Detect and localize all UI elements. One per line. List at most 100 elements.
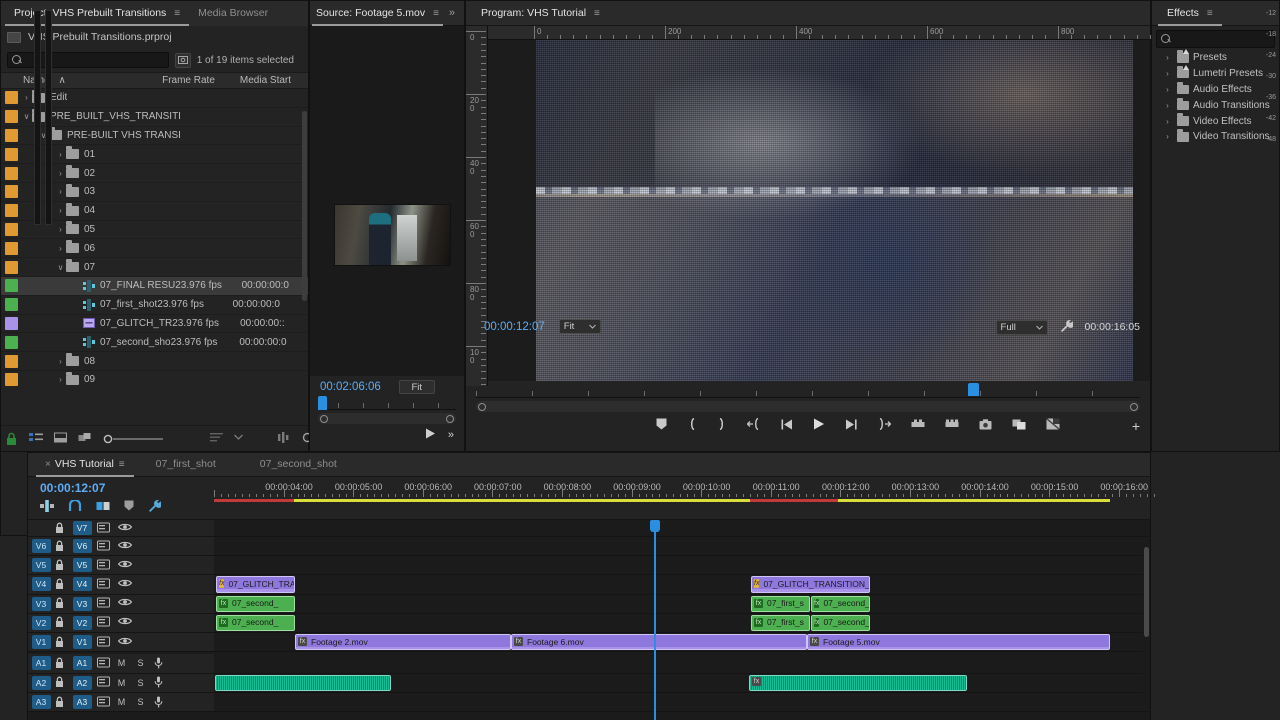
play-icon[interactable] — [813, 418, 825, 433]
disclosure-triangle-icon[interactable]: › — [55, 187, 66, 196]
column-header-name[interactable]: Name ∧ — [1, 75, 162, 86]
lock-icon[interactable] — [54, 616, 67, 629]
project-item-row[interactable]: › 09 — [1, 371, 308, 389]
audio-track-header-a1[interactable]: A1 A1 M S — [28, 654, 214, 674]
video-track-lane-v6[interactable] — [214, 537, 1150, 557]
zoom-slider[interactable] — [103, 434, 165, 444]
video-track-header-v4[interactable]: V4 V4 — [28, 575, 214, 595]
effects-tree-item[interactable]: › Audio Effects — [1152, 81, 1279, 98]
solo-button-a1[interactable]: S — [135, 658, 146, 668]
timeline-clip[interactable]: fx Footage 5.mov — [807, 634, 1110, 651]
video-track-lane-v4[interactable]: fx 07_GLITCH_TRAN fx 07_GLITCH_TRANSITION_s… — [214, 575, 1150, 595]
program-timecode[interactable]: 00:00:12:07 — [484, 321, 545, 333]
step-forward-icon[interactable] — [845, 419, 857, 433]
export-frame-icon[interactable] — [979, 418, 992, 433]
audio-track-lane-a1[interactable] — [214, 654, 1150, 674]
project-item-row[interactable]: › 06 — [1, 239, 308, 259]
track-name-v7[interactable]: V7 — [72, 521, 92, 535]
audio-track-lane-a3[interactable] — [214, 693, 1150, 713]
microphone-icon[interactable] — [154, 676, 167, 689]
source-monitor-stage[interactable] — [310, 26, 464, 378]
tab-program-monitor[interactable]: Program: VHS Tutorial ≡ — [472, 1, 609, 26]
track-target-v2[interactable]: V2 — [31, 615, 51, 630]
item-color-swatch[interactable] — [5, 110, 18, 124]
program-scrollbar[interactable] — [476, 401, 1140, 412]
insert-overwrite-icon[interactable] — [40, 499, 54, 515]
sync-lock-icon[interactable] — [97, 676, 110, 689]
freeform-view-icon[interactable] — [78, 432, 92, 446]
item-color-swatch[interactable] — [5, 166, 18, 180]
disclosure-triangle-icon[interactable]: › — [55, 206, 66, 215]
lock-icon[interactable] — [54, 636, 67, 649]
settings-wrench-icon[interactable] — [148, 499, 163, 515]
audio-track-header-a3[interactable]: A3 A3 M S — [28, 693, 214, 713]
snap-icon[interactable] — [68, 498, 82, 515]
timeline-tracks[interactable]: V7 V6 V6 V5 V5 V4 V4 fx 07_GLITCH_TRAN fx 07_GLITC… — [28, 520, 1150, 720]
video-track-header-v1[interactable]: V1 V1 — [28, 633, 214, 653]
project-item-row[interactable]: ∨ 07 — [1, 258, 308, 277]
disclosure-triangle-icon[interactable]: › — [21, 93, 32, 102]
project-item-row[interactable]: › 08 — [1, 352, 308, 371]
timeline-clip[interactable]: fx 07_first_s — [751, 614, 810, 631]
disclosure-triangle-icon[interactable]: › — [55, 150, 66, 159]
effects-tree-item[interactable]: › Video Effects — [1152, 113, 1279, 129]
item-color-swatch[interactable] — [5, 204, 18, 218]
disclosure-triangle-icon[interactable]: › — [1162, 85, 1173, 94]
source-play-icon[interactable] — [425, 428, 436, 442]
timeline-vertical-scrollbar[interactable] — [1143, 545, 1150, 709]
eye-icon[interactable] — [117, 540, 133, 553]
step-back-icon[interactable] — [781, 419, 793, 433]
disclosure-triangle-icon[interactable]: › — [1162, 117, 1173, 126]
linked-selection-icon[interactable] — [96, 500, 110, 515]
search-input-wrapper[interactable] — [7, 52, 169, 68]
extract-icon[interactable] — [945, 419, 959, 433]
panel-menu-icon[interactable]: ≡ — [594, 1, 600, 26]
video-track-header-v6[interactable]: V6 V6 — [28, 537, 214, 557]
item-color-swatch[interactable] — [5, 354, 18, 368]
sort-icon[interactable] — [210, 432, 223, 446]
eye-icon[interactable] — [117, 559, 133, 572]
microphone-icon[interactable] — [154, 696, 167, 709]
item-color-swatch[interactable] — [5, 279, 18, 293]
video-track-header-v7[interactable]: V7 — [28, 520, 214, 537]
sync-lock-icon[interactable] — [97, 657, 110, 670]
list-view-icon[interactable] — [29, 432, 43, 446]
track-name-v1[interactable]: V1 — [72, 635, 92, 650]
microphone-icon[interactable] — [154, 657, 167, 670]
video-track-lane-v5[interactable] — [214, 556, 1150, 576]
sync-lock-icon[interactable] — [97, 522, 110, 535]
chevron-down-icon[interactable] — [234, 432, 243, 446]
lock-icon[interactable] — [54, 597, 67, 610]
automate-to-sequence-icon[interactable] — [278, 431, 291, 446]
timeline-playhead-timecode[interactable]: 00:00:12:07 — [40, 481, 105, 495]
track-name-v2[interactable]: V2 — [72, 615, 92, 630]
lock-icon[interactable] — [54, 696, 67, 709]
track-name-v5[interactable]: V5 — [72, 558, 92, 573]
lock-icon[interactable] — [54, 657, 67, 670]
video-track-lane-v3[interactable]: fx 07_second_ fx 07_first_s fx 07_second_ — [214, 595, 1150, 614]
go-to-out-icon[interactable] — [877, 417, 892, 433]
eye-icon[interactable] — [117, 616, 133, 629]
item-color-swatch[interactable] — [5, 222, 18, 236]
sync-lock-icon[interactable] — [97, 616, 110, 629]
column-header-media-start[interactable]: Media Start — [240, 75, 308, 86]
program-playhead[interactable] — [968, 383, 979, 396]
video-track-lane-v2[interactable]: fx 07_second_ fx 07_first_s fx 07_second_ — [214, 614, 1150, 633]
track-target-v6[interactable]: V6 — [31, 539, 51, 554]
timeline-clip[interactable]: fx 07_first_s — [751, 595, 810, 612]
timeline-playhead[interactable] — [650, 520, 660, 720]
panel-menu-icon[interactable]: ≡ — [1207, 1, 1213, 26]
mute-button-a2[interactable]: M — [116, 678, 127, 688]
track-name-a3[interactable]: A3 — [72, 695, 92, 710]
disclosure-triangle-icon[interactable]: › — [1162, 132, 1173, 141]
timeline-clip[interactable]: fx Footage 6.mov — [511, 634, 807, 651]
effects-tree-item[interactable]: › Lumetri Presets — [1152, 65, 1279, 82]
item-color-swatch[interactable] — [5, 91, 18, 105]
panel-menu-icon[interactable]: ≡ — [119, 452, 125, 477]
timeline-clip[interactable]: fx — [749, 674, 967, 691]
comparison-view-icon[interactable] — [1012, 419, 1026, 433]
effects-tree-item[interactable]: › Presets — [1152, 49, 1279, 66]
audio-track-header-a2[interactable]: A2 A2 M S — [28, 673, 214, 693]
lock-icon[interactable] — [54, 559, 67, 572]
timeline-clip[interactable]: fx 07_second_ — [216, 614, 295, 631]
